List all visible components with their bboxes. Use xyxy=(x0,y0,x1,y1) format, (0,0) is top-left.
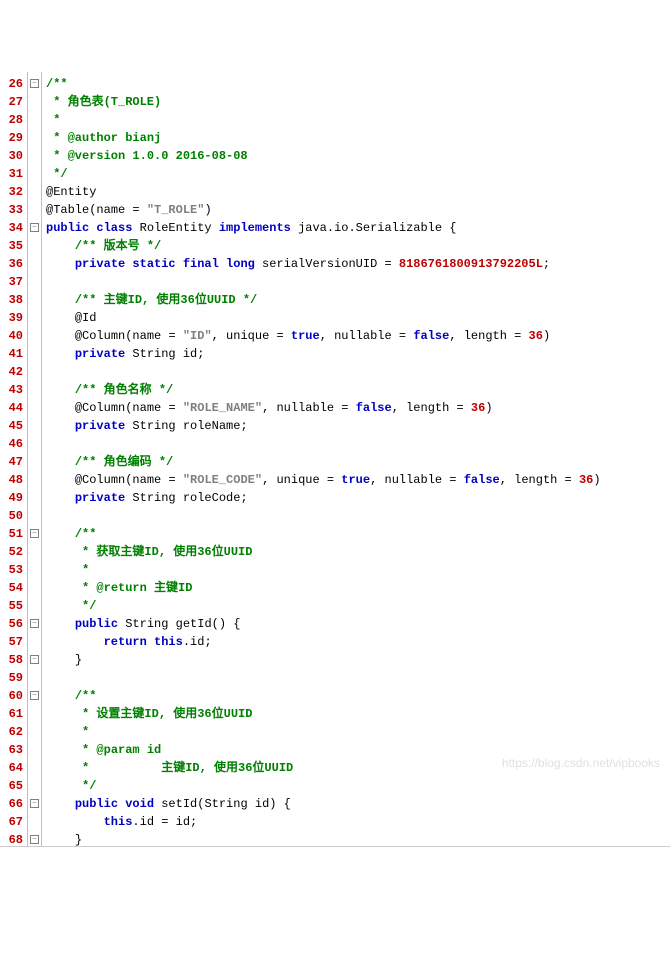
code-line[interactable]: */ xyxy=(46,597,601,615)
code-line[interactable]: public class RoleEntity implements java.… xyxy=(46,219,601,237)
code-line[interactable]: @Column(name = "ID", unique = true, null… xyxy=(46,327,601,345)
code-editor: 26 27 28 29 30 31 32 33 34 35 36 37 38 3… xyxy=(0,72,670,847)
code-line[interactable]: @Table(name = "T_ROLE") xyxy=(46,201,601,219)
code-line[interactable]: * xyxy=(46,561,601,579)
code-line[interactable] xyxy=(46,507,601,525)
code-line[interactable]: /** xyxy=(46,687,601,705)
code-line[interactable] xyxy=(46,363,601,381)
code-line[interactable]: /** 主键ID, 使用36位UUID */ xyxy=(46,291,601,309)
code-line[interactable]: * @return 主键ID xyxy=(46,579,601,597)
code-line[interactable]: return this.id; xyxy=(46,633,601,651)
fold-toggle-icon[interactable]: − xyxy=(30,835,39,844)
code-line[interactable]: */ xyxy=(46,165,601,183)
fold-column: − − − − − − − − xyxy=(28,72,42,846)
code-line[interactable]: * 角色表(T_ROLE) xyxy=(46,93,601,111)
code-line[interactable]: @Column(name = "ROLE_CODE", unique = tru… xyxy=(46,471,601,489)
code-line[interactable]: public String getId() { xyxy=(46,615,601,633)
code-line[interactable]: /** 角色编码 */ xyxy=(46,453,601,471)
code-line[interactable]: * 获取主键ID, 使用36位UUID xyxy=(46,543,601,561)
fold-toggle-icon[interactable]: − xyxy=(30,79,39,88)
code-line[interactable] xyxy=(46,273,601,291)
fold-toggle-icon[interactable]: − xyxy=(30,799,39,808)
code-line[interactable] xyxy=(46,435,601,453)
code-line[interactable]: } xyxy=(46,651,601,669)
code-line[interactable]: * xyxy=(46,723,601,741)
code-line[interactable]: * @author bianj xyxy=(46,129,601,147)
code-line[interactable]: /** 版本号 */ xyxy=(46,237,601,255)
fold-toggle-icon[interactable]: − xyxy=(30,655,39,664)
code-area[interactable]: /** * 角色表(T_ROLE) * * @author bianj * @v… xyxy=(42,72,601,846)
fold-toggle-icon[interactable]: − xyxy=(30,691,39,700)
code-line[interactable]: * @version 1.0.0 2016-08-08 xyxy=(46,147,601,165)
code-line[interactable]: */ xyxy=(46,777,601,795)
code-line[interactable]: private String id; xyxy=(46,345,601,363)
code-line[interactable]: private static final long serialVersionU… xyxy=(46,255,601,273)
code-line[interactable]: /** xyxy=(46,525,601,543)
code-line[interactable]: private String roleCode; xyxy=(46,489,601,507)
code-line[interactable]: this.id = id; xyxy=(46,813,601,831)
fold-toggle-icon[interactable]: − xyxy=(30,223,39,232)
code-line[interactable]: /** 角色名称 */ xyxy=(46,381,601,399)
code-line[interactable]: @Entity xyxy=(46,183,601,201)
line-number-gutter: 26 27 28 29 30 31 32 33 34 35 36 37 38 3… xyxy=(0,72,28,846)
code-line[interactable]: * 设置主键ID, 使用36位UUID xyxy=(46,705,601,723)
code-line[interactable]: * @param id xyxy=(46,741,601,759)
code-line[interactable]: * xyxy=(46,111,601,129)
code-line[interactable]: @Id xyxy=(46,309,601,327)
code-line[interactable]: } xyxy=(46,831,601,849)
code-line[interactable] xyxy=(46,669,601,687)
fold-toggle-icon[interactable]: − xyxy=(30,529,39,538)
code-line[interactable]: private String roleName; xyxy=(46,417,601,435)
code-line[interactable]: * 主键ID, 使用36位UUID xyxy=(46,759,601,777)
code-line[interactable]: public void setId(String id) { xyxy=(46,795,601,813)
fold-toggle-icon[interactable]: − xyxy=(30,619,39,628)
code-line[interactable]: /** xyxy=(46,75,601,93)
code-line[interactable]: @Column(name = "ROLE_NAME", nullable = f… xyxy=(46,399,601,417)
